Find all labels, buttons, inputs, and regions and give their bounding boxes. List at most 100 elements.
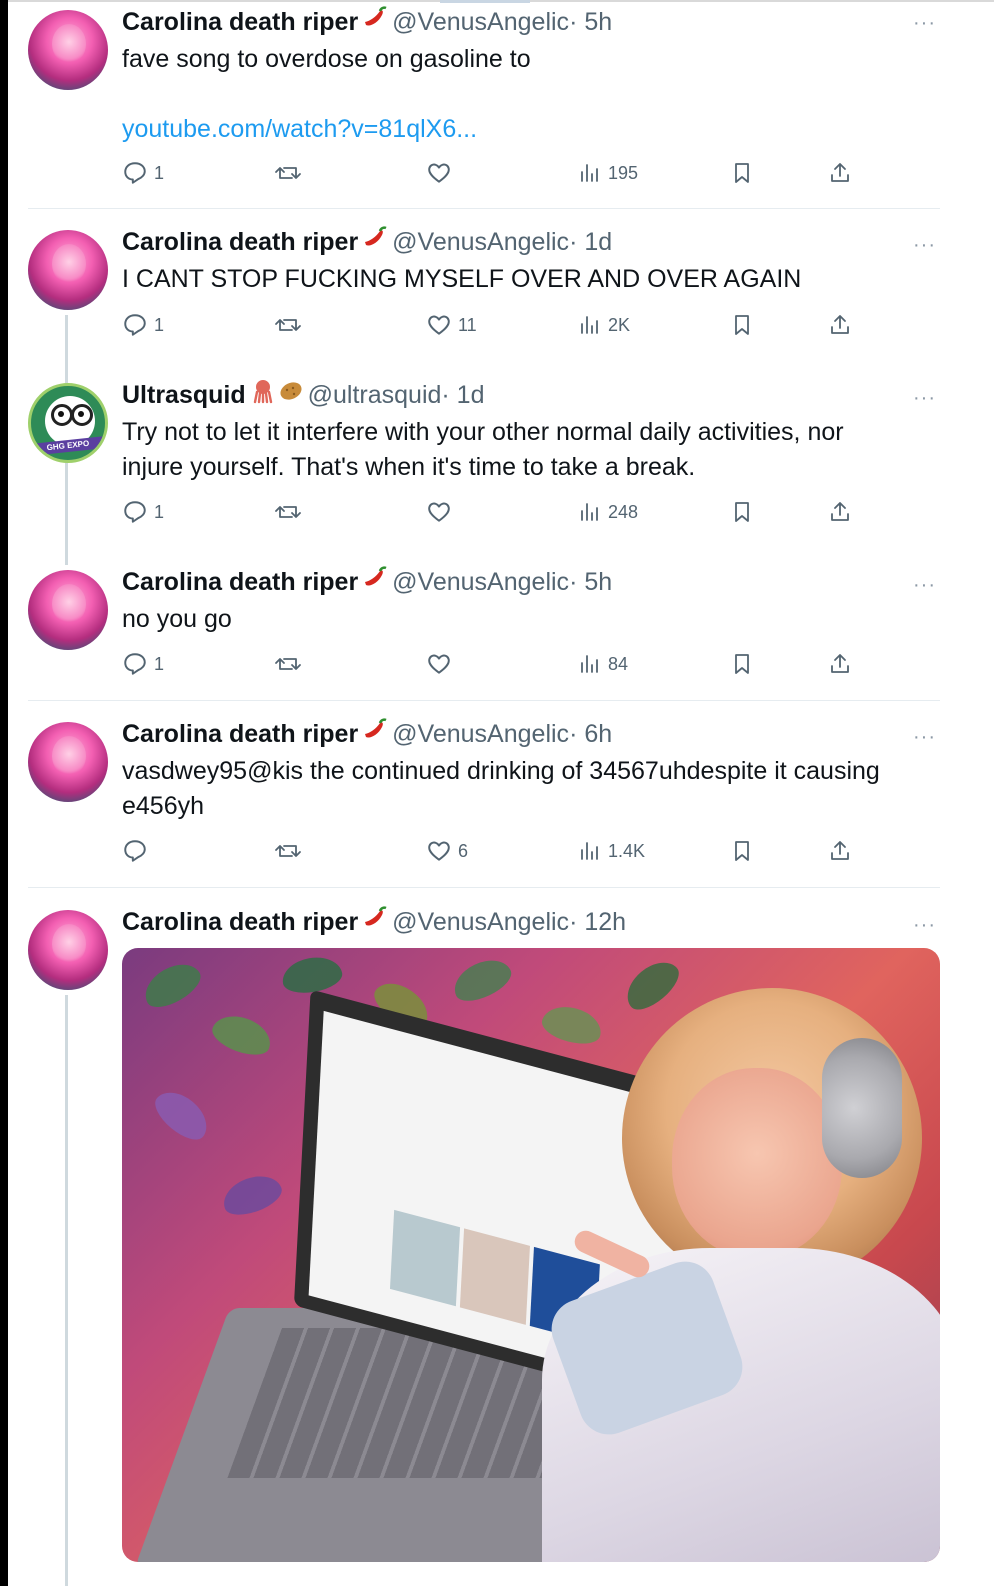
reply-icon xyxy=(124,162,146,184)
user-handle[interactable]: @ultrasquid xyxy=(308,381,442,409)
like-button[interactable]: 6 xyxy=(426,836,468,866)
avatar[interactable] xyxy=(28,230,108,310)
tweet-text-line: e456yh xyxy=(122,792,205,820)
share-button[interactable] xyxy=(828,310,852,340)
photo-thumbnail xyxy=(389,1209,461,1307)
tweet-photo[interactable] xyxy=(122,948,940,1562)
repost-button[interactable] xyxy=(274,836,302,866)
user-handle[interactable]: @VenusAngelic xyxy=(392,720,569,748)
timestamp[interactable]: · 1d xyxy=(441,381,484,409)
views-button[interactable]: 195 xyxy=(578,158,638,188)
timestamp[interactable]: · 6h xyxy=(569,720,612,748)
tweet[interactable]: GHG EXPO Ultrasquid @ultrasquid· 1d ··· T… xyxy=(8,377,960,547)
share-button[interactable] xyxy=(828,836,852,866)
heart-icon xyxy=(428,654,450,674)
bookmark-icon xyxy=(735,163,749,183)
user-handle[interactable]: @VenusAngelic xyxy=(392,8,569,36)
person-face xyxy=(672,1068,842,1258)
avatar[interactable] xyxy=(28,722,108,802)
hot-pepper-icon xyxy=(362,717,388,753)
more-dots-icon[interactable]: ··· xyxy=(913,387,936,410)
tweet-header: Carolina death riper @VenusAngelic· 12h xyxy=(122,904,626,941)
more-dots-icon[interactable]: ··· xyxy=(913,574,936,597)
reply-count: 1 xyxy=(154,162,165,183)
repost-button[interactable] xyxy=(274,158,302,188)
tweet-separator xyxy=(28,887,940,888)
tweet-actions: 1 195 xyxy=(122,158,862,188)
tweet[interactable]: Carolina death riper @VenusAngelic· 6h ··… xyxy=(8,716,960,886)
more-dots-icon[interactable]: ··· xyxy=(913,234,936,257)
bookmark-button[interactable] xyxy=(730,158,754,188)
views-icon xyxy=(581,655,598,673)
like-button[interactable] xyxy=(426,497,452,527)
display-name[interactable]: Ultrasquid xyxy=(122,381,246,409)
views-icon xyxy=(581,316,598,334)
bookmark-icon xyxy=(735,841,749,861)
tweet-link[interactable]: youtube.com/watch?v=81qlX6... xyxy=(122,112,942,147)
hot-pepper-icon xyxy=(362,905,388,941)
potato-icon xyxy=(278,378,304,414)
bookmark-button[interactable] xyxy=(730,497,754,527)
bookmark-button[interactable] xyxy=(730,836,754,866)
heart-icon xyxy=(428,502,450,522)
reply-button[interactable]: 1 xyxy=(122,497,164,527)
views-count: 195 xyxy=(608,162,639,183)
more-dots-icon[interactable]: ··· xyxy=(913,12,936,35)
headphones xyxy=(822,1038,902,1178)
heart-icon xyxy=(428,163,450,183)
reply-icon xyxy=(124,653,146,675)
bookmark-button[interactable] xyxy=(730,649,754,679)
tweet[interactable]: Carolina death riper @VenusAngelic· 5h ··… xyxy=(8,2,960,210)
views-button[interactable]: 1.4K xyxy=(578,836,645,866)
avatar[interactable] xyxy=(28,570,108,650)
display-name[interactable]: Carolina death riper xyxy=(122,908,358,936)
views-button[interactable]: 248 xyxy=(578,497,638,527)
more-dots-icon[interactable]: ··· xyxy=(913,726,936,749)
tweet[interactable]: Carolina death riper @VenusAngelic· 5h ··… xyxy=(8,564,960,694)
display-name[interactable]: Carolina death riper xyxy=(122,8,358,36)
views-count: 248 xyxy=(608,501,639,522)
reply-button[interactable]: 1 xyxy=(122,158,164,188)
timestamp[interactable]: · 5h xyxy=(569,8,612,36)
repost-button[interactable] xyxy=(274,497,302,527)
display-name[interactable]: Carolina death riper xyxy=(122,228,358,256)
like-button[interactable]: 11 xyxy=(426,310,477,340)
reply-button[interactable]: 1 xyxy=(122,310,164,340)
avatar[interactable]: GHG EXPO xyxy=(28,383,108,463)
plant-leaf xyxy=(618,952,686,1018)
display-name[interactable]: Carolina death riper xyxy=(122,568,358,596)
more-dots-icon[interactable]: ··· xyxy=(913,914,936,937)
views-button[interactable]: 2K xyxy=(578,310,630,340)
reply-button[interactable]: 1 xyxy=(122,649,164,679)
tweet-header: Carolina death riper @VenusAngelic· 6h xyxy=(122,716,612,753)
tweet[interactable]: Carolina death riper @VenusAngelic· 1d ··… xyxy=(8,224,960,364)
tweet-separator xyxy=(28,700,940,701)
bookmark-button[interactable] xyxy=(730,310,754,340)
share-button[interactable] xyxy=(828,158,852,188)
reply-count: 1 xyxy=(154,501,165,522)
avatar[interactable] xyxy=(28,10,108,90)
repost-button[interactable] xyxy=(274,649,302,679)
tweet-header: Carolina death riper @VenusAngelic· 5h xyxy=(122,4,612,41)
timestamp[interactable]: · 5h xyxy=(569,568,612,596)
reply-button[interactable] xyxy=(122,836,148,866)
views-button[interactable]: 84 xyxy=(578,649,628,679)
display-name[interactable]: Carolina death riper xyxy=(122,720,358,748)
timestamp[interactable]: · 12h xyxy=(569,908,626,936)
timestamp[interactable]: · 1d xyxy=(569,228,612,256)
user-handle[interactable]: @VenusAngelic xyxy=(392,228,569,256)
tweet-actions: 6 1.4K xyxy=(122,836,862,866)
tweet-header: Carolina death riper @VenusAngelic· 5h xyxy=(122,564,612,601)
views-count: 84 xyxy=(608,653,629,674)
tweet-header: Carolina death riper @VenusAngelic· 1d xyxy=(122,224,612,261)
tweet-header: Ultrasquid @ultrasquid· 1d xyxy=(122,377,485,414)
share-button[interactable] xyxy=(828,649,852,679)
avatar[interactable] xyxy=(28,910,108,990)
like-button[interactable] xyxy=(426,649,452,679)
repost-button[interactable] xyxy=(274,310,302,340)
user-handle[interactable]: @VenusAngelic xyxy=(392,568,569,596)
left-window-edge xyxy=(0,0,8,1586)
user-handle[interactable]: @VenusAngelic xyxy=(392,908,569,936)
share-button[interactable] xyxy=(828,497,852,527)
like-button[interactable] xyxy=(426,158,452,188)
